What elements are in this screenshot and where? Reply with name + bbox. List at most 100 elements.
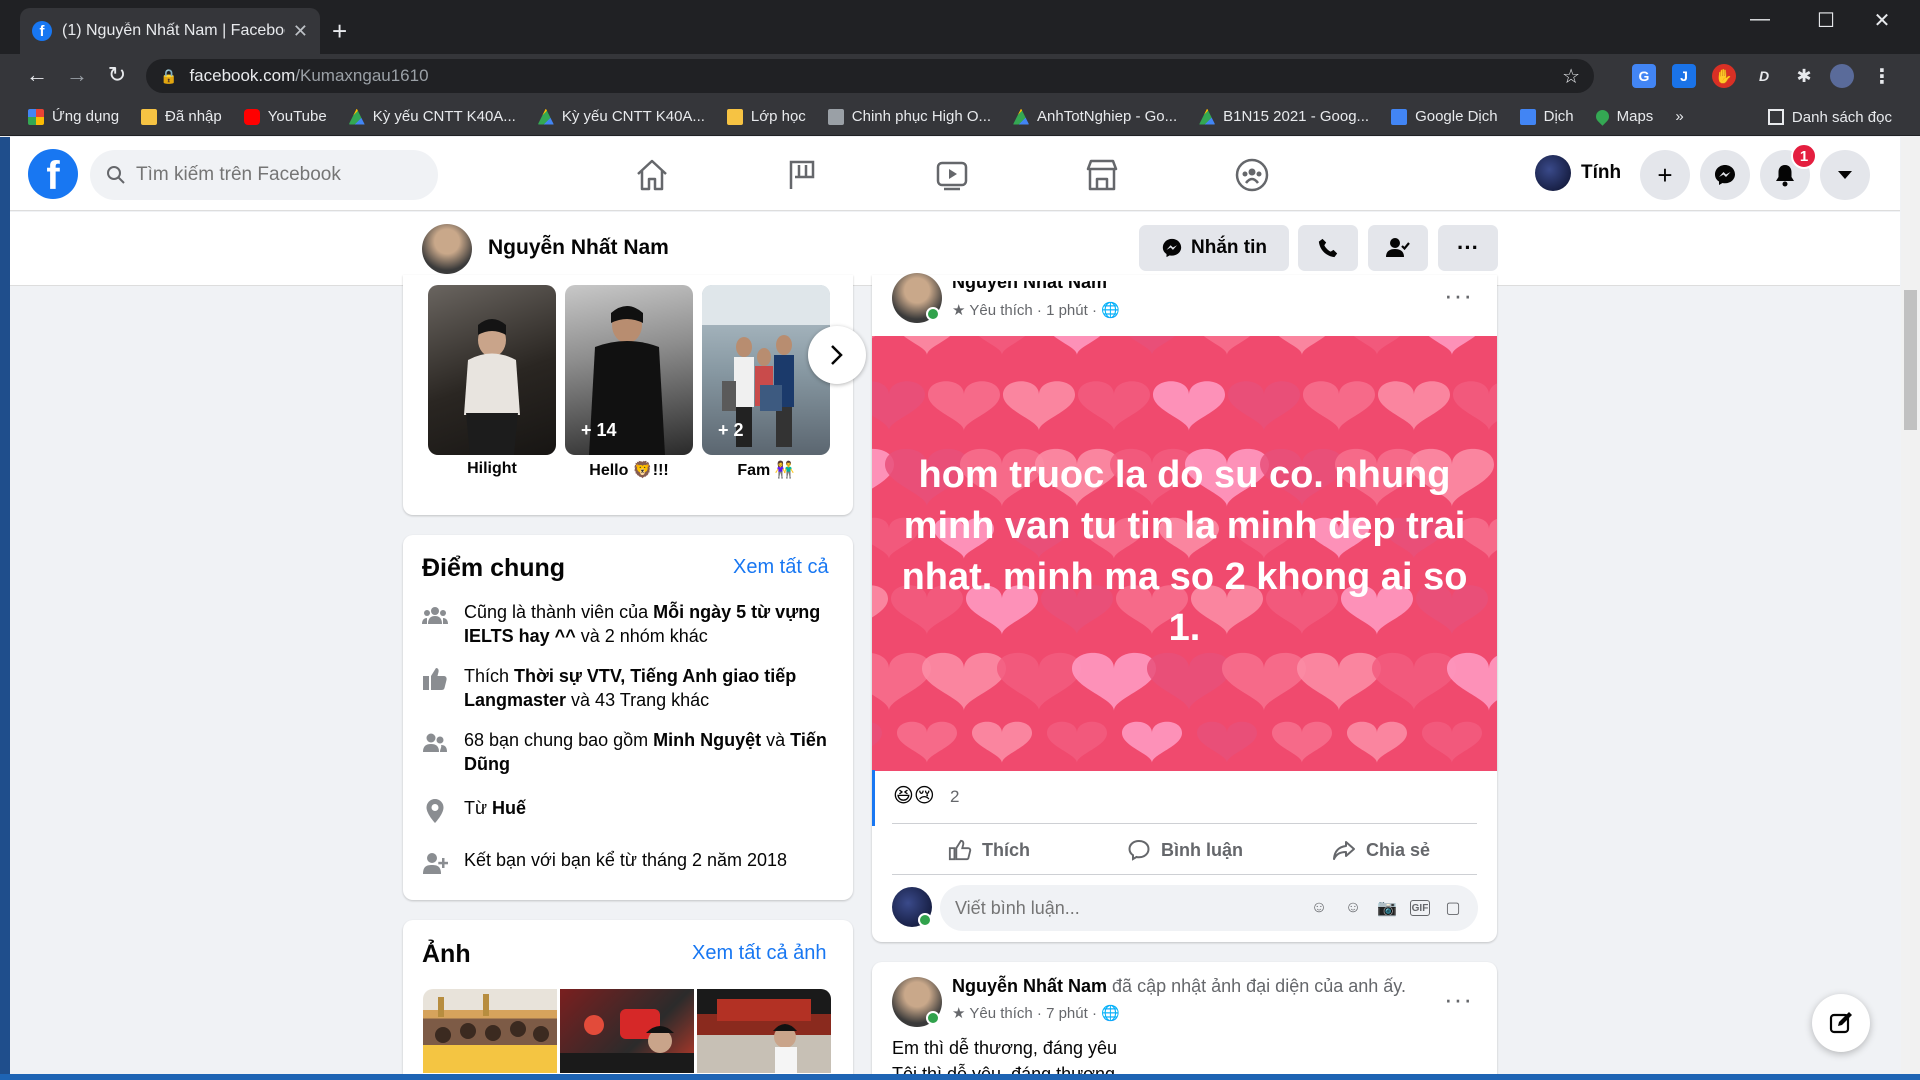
maximize-icon[interactable]: ☐	[1806, 8, 1846, 33]
heart-shape	[1078, 381, 1150, 431]
focus-indicator	[872, 770, 875, 826]
bookmarks-overflow[interactable]: »	[1675, 108, 1683, 125]
account-menu-chevron-icon[interactable]	[1820, 150, 1870, 200]
create-plus-icon[interactable]: +	[1640, 150, 1690, 200]
chevron-right-icon[interactable]	[808, 326, 866, 384]
bookmark-drive-2[interactable]: Kỳ yếu CNTT K40A...	[537, 108, 705, 125]
header-profile-link[interactable]: Tính	[1535, 155, 1621, 191]
scrollbar-thumb[interactable]	[1904, 290, 1917, 430]
new-message-compose-icon[interactable]	[1812, 994, 1870, 1052]
photo-thumbnail[interactable]	[697, 989, 831, 1073]
story-thumbnail[interactable]: + 2	[702, 285, 830, 455]
reload-icon[interactable]: ↻	[102, 62, 132, 88]
watch-video-icon[interactable]	[932, 155, 972, 195]
sticker-icon[interactable]: ▢	[1442, 897, 1464, 919]
more-options-icon[interactable]: ···	[1438, 225, 1498, 271]
search-input[interactable]	[136, 164, 416, 186]
omnibox[interactable]: 🔒 facebook.com/Kumaxngau1610 ☆	[146, 59, 1594, 93]
heart-shape	[1278, 336, 1326, 355]
lock-icon[interactable]: 🔒	[160, 68, 177, 85]
maps-pin-icon	[1592, 107, 1612, 126]
comment-box[interactable]: ☺ ☺ 📷 GIF ▢	[940, 885, 1478, 931]
see-all-photos-link[interactable]: Xem tất cả ảnh	[692, 942, 827, 965]
bookmark-star-icon[interactable]: ☆	[1562, 64, 1580, 89]
bookmark-folder[interactable]: Đã nhập	[141, 108, 222, 125]
friends-check-icon[interactable]	[1368, 225, 1428, 271]
marketplace-icon[interactable]	[1082, 155, 1122, 195]
avatar-sticker-icon[interactable]: ☺	[1308, 897, 1330, 919]
like-button[interactable]: Thích	[948, 838, 1030, 862]
bookmark-drive-3[interactable]: AnhTotNghiep - Go...	[1013, 108, 1177, 125]
close-tab-icon[interactable]: ✕	[293, 21, 308, 42]
page-scrollbar[interactable]	[1901, 137, 1920, 1074]
see-all-link[interactable]: Xem tất cả	[733, 556, 829, 579]
messenger-icon[interactable]	[1700, 150, 1750, 200]
minimize-icon[interactable]: —	[1740, 8, 1780, 31]
d-ext-icon[interactable]: D	[1752, 64, 1776, 88]
intro-row-groups: Cũng là thành viên của Mỗi ngày 5 từ vựn…	[422, 600, 832, 648]
post-author[interactable]: Nguyễn Nhất Nam	[952, 976, 1107, 996]
bookmark-high-o[interactable]: Chinh phục High O...	[827, 108, 991, 125]
back-icon[interactable]: ←	[22, 62, 52, 88]
bookmark-drive-1[interactable]: Kỳ yếu CNTT K40A...	[348, 108, 516, 125]
share-button[interactable]: Chia sẻ	[1332, 838, 1430, 862]
j-ext-icon[interactable]: J	[1672, 64, 1696, 88]
post-text-line: Em thì dễ thương, đáng yêu	[892, 1038, 1117, 1058]
thumbs-up-icon	[423, 668, 447, 690]
post-meta: ★ Yêu thích · 7 phút · 🌐	[952, 1005, 1120, 1022]
message-button[interactable]: Nhắn tin	[1139, 225, 1289, 271]
bookmark-google-translate[interactable]: Google Dịch	[1391, 108, 1498, 125]
photo-thumbnail[interactable]	[423, 989, 557, 1073]
comment-button[interactable]: Bình luận	[1127, 838, 1243, 862]
bookmark-apps[interactable]: Ứng dụng	[28, 108, 119, 125]
star-icon: ★	[952, 302, 966, 319]
reading-list[interactable]: Danh sách đọc	[1767, 98, 1892, 136]
heart-shape	[1347, 721, 1407, 763]
post-options-icon[interactable]: ···	[1444, 280, 1473, 311]
messenger-icon	[1162, 238, 1182, 258]
pages-flag-icon[interactable]	[782, 155, 822, 195]
reaction-count[interactable]: 2	[950, 787, 959, 807]
comment-icon	[1128, 839, 1150, 861]
search-box[interactable]	[90, 150, 438, 200]
forward-icon[interactable]: →	[62, 62, 92, 88]
bookmark-maps[interactable]: Maps	[1592, 107, 1653, 126]
address-bar-row: ← → ↻ 🔒 facebook.com/Kumaxngau1610 ☆ G J…	[0, 54, 1920, 98]
home-icon[interactable]	[632, 155, 672, 195]
post-options-icon[interactable]: ···	[1444, 984, 1473, 1015]
google-translate-ext-icon[interactable]: G	[1632, 64, 1656, 88]
new-tab-icon[interactable]: +	[332, 16, 347, 46]
browser-tab[interactable]: f (1) Nguyễn Nhất Nam | Facebook ✕	[20, 8, 320, 54]
story-thumbnail[interactable]	[428, 285, 556, 455]
bookmark-youtube[interactable]: YouTube	[243, 108, 327, 125]
call-phone-icon[interactable]	[1298, 225, 1358, 271]
profile-avatar-icon[interactable]	[1830, 64, 1854, 88]
close-window-icon[interactable]: ✕	[1862, 8, 1902, 33]
bookmark-drive-4[interactable]: B1N15 2021 - Goog...	[1199, 108, 1369, 125]
folder-icon	[141, 108, 158, 125]
desktop-edge	[0, 137, 10, 1074]
common-info-card	[403, 535, 853, 900]
avatar[interactable]	[422, 224, 472, 274]
facebook-logo-icon[interactable]: f	[28, 149, 78, 199]
bookmark-translate[interactable]: Dịch	[1519, 108, 1574, 125]
common-title: Điểm chung	[422, 554, 566, 582]
chrome-menu-icon[interactable]: ⋮	[1870, 64, 1894, 88]
bookmarks-bar: Ứng dụng Đã nhập YouTube Kỳ yếu CNTT K40…	[0, 98, 1920, 136]
bookmark-classroom[interactable]: Lớp học	[726, 108, 806, 125]
avatar	[1535, 155, 1571, 191]
adblock-ext-icon[interactable]: ✋	[1712, 64, 1736, 88]
intro-row-hometown: Từ Huế	[422, 796, 832, 824]
groups-icon[interactable]	[1232, 155, 1272, 195]
extensions-puzzle-icon[interactable]: ✱	[1792, 64, 1816, 88]
post-header-line: Nguyễn Nhất Nam đã cập nhật ảnh đại diện…	[952, 976, 1406, 996]
photo-thumbnail[interactable]	[560, 989, 694, 1073]
gif-icon[interactable]: GIF	[1410, 900, 1430, 916]
reaction-emojis[interactable]: 😆😢	[893, 783, 935, 808]
story-thumbnail[interactable]: + 14	[565, 285, 693, 455]
camera-icon[interactable]: 📷	[1376, 897, 1398, 919]
profile-name[interactable]: Nguyễn Nhất Nam	[488, 236, 669, 260]
google-drive-icon	[1199, 108, 1216, 125]
comment-input[interactable]	[955, 897, 1295, 919]
emoji-icon[interactable]: ☺	[1342, 897, 1364, 919]
